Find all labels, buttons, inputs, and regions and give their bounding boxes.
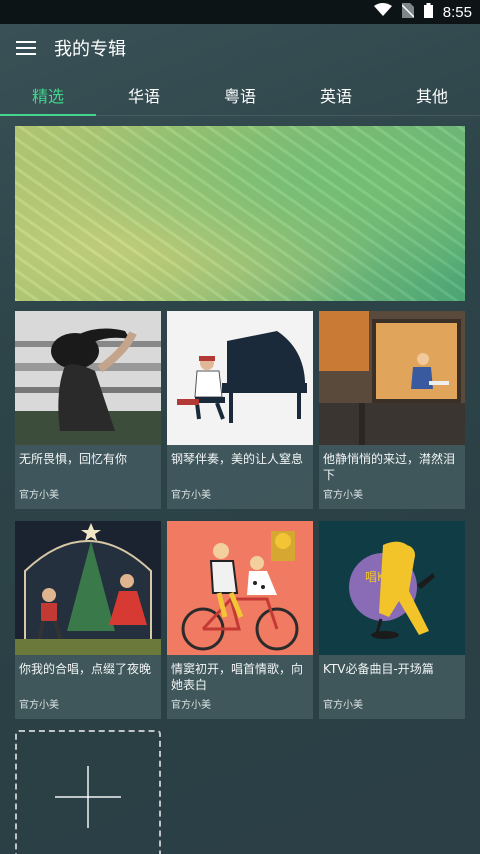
album-cover-couple-duet: [15, 521, 161, 655]
album-cover-ktv-singer: 唱KTV: [319, 521, 465, 655]
album-card[interactable]: 他静悄悄的来过，潸然泪下 官方小美: [319, 311, 465, 509]
album-author: 官方小美: [171, 700, 211, 711]
album-author: 官方小美: [323, 490, 363, 501]
category-tabs: 精选 华语 粤语 英语 其他: [0, 74, 480, 116]
album-author: 官方小美: [19, 700, 59, 711]
album-author: 官方小美: [323, 700, 363, 711]
wifi-icon: [373, 3, 392, 21]
status-bar: 8:55: [0, 0, 480, 24]
album-cover-girl-sky: [15, 311, 161, 445]
page-title: 我的专辑: [54, 39, 126, 60]
tab-english[interactable]: 英语: [288, 74, 384, 115]
album-title: 钢琴伴奏，美的让人窒息: [171, 452, 304, 466]
battery-icon: [423, 2, 433, 22]
featured-banner[interactable]: [15, 126, 465, 301]
album-author: 官方小美: [171, 490, 211, 501]
album-title: KTV必备曲目-开场篇: [323, 662, 434, 676]
album-cover-bicycle-couple: [167, 521, 313, 655]
album-title: 你我的合唱，点缀了夜晚: [19, 662, 152, 676]
status-time: 8:55: [442, 3, 472, 21]
album-title: 无所畏惧，回忆有你: [19, 452, 128, 466]
ktv-cover-text: 唱KTV: [365, 570, 400, 584]
app-bar: 我的专辑: [0, 24, 480, 72]
album-author: 官方小美: [19, 490, 59, 501]
album-card[interactable]: 唱KTV KTV必备曲目-开场篇 官方小美: [319, 521, 465, 719]
album-cover-window-reading: [319, 311, 465, 445]
album-title: 他静悄悄的来过，潸然泪下: [323, 452, 456, 482]
album-card[interactable]: 你我的合唱，点缀了夜晚 官方小美: [15, 521, 161, 719]
hamburger-menu-icon[interactable]: [16, 41, 36, 55]
album-cover-pianist: [167, 311, 313, 445]
tab-other[interactable]: 其他: [384, 74, 480, 115]
add-album-button[interactable]: [15, 730, 161, 854]
album-title: 情窦初开，唱首情歌，向她表白: [171, 662, 304, 692]
album-card[interactable]: 情窦初开，唱首情歌，向她表白 官方小美: [167, 521, 313, 719]
no-sim-icon: [401, 2, 415, 22]
tab-chinese[interactable]: 华语: [96, 74, 192, 115]
album-card[interactable]: 无所畏惧，回忆有你 官方小美: [15, 311, 161, 509]
tab-cantonese[interactable]: 粤语: [192, 74, 288, 115]
album-card[interactable]: 钢琴伴奏，美的让人窒息 官方小美: [167, 311, 313, 509]
tab-featured[interactable]: 精选: [0, 74, 96, 116]
